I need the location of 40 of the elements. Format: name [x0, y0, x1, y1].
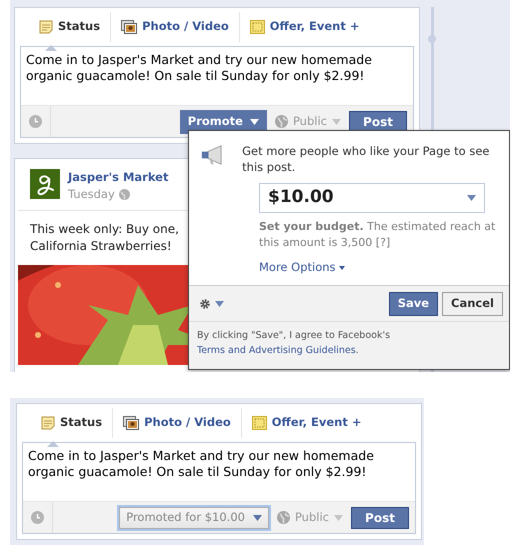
page-name-link[interactable]: Jasper's Market — [68, 169, 168, 186]
settings-dropdown[interactable] — [199, 298, 224, 310]
photo-icon — [123, 416, 140, 430]
note-icon — [39, 20, 53, 34]
note-icon — [41, 416, 55, 430]
caret-icon — [250, 119, 259, 125]
composer-tab[interactable]: Photo / Video — [110, 12, 239, 42]
caret-icon — [215, 300, 224, 306]
terms-link[interactable]: Terms and Advertising Guidelines — [197, 345, 356, 356]
globe-icon — [276, 511, 290, 524]
post-text: California Strawberries! — [30, 238, 172, 254]
composer-tab[interactable]: Photo / Video — [112, 408, 241, 438]
coupon-icon — [252, 416, 267, 430]
composer-tab[interactable]: Offer, Event + — [240, 408, 372, 438]
post-button[interactable]: Post — [349, 110, 407, 132]
globe-icon — [118, 189, 130, 200]
promote-message: Get more people who like your Page to see this post. — [242, 143, 490, 175]
coupon-icon — [250, 20, 265, 34]
timeline-dot — [428, 35, 436, 43]
status-field[interactable]: Come in to Jasper's Market and try our new homemade organic guacamole! On sale til Sunday for only $2.99! Promoted for $10.00 Public Post — [22, 442, 416, 534]
photo-icon — [121, 20, 138, 34]
more-options-link[interactable]: More Options — [259, 259, 345, 276]
budget-hint: Set your budget. The estimated reach at this amount is 3,500 [?] — [259, 219, 496, 251]
post-button[interactable]: Post — [351, 506, 409, 528]
post-text: This week only: Buy one, — [30, 220, 179, 238]
composer-tab[interactable]: Offer, Event + — [238, 12, 370, 42]
legal-text: By clicking "Save", I agree to Facebook's Terms and Advertising Guidelines. — [197, 329, 392, 358]
clock-icon[interactable] — [29, 115, 42, 128]
settings-icon — [199, 298, 211, 310]
logo-icon — [30, 169, 60, 199]
caret-icon — [332, 118, 341, 124]
caret-icon — [338, 266, 345, 270]
clock-icon[interactable] — [31, 511, 44, 524]
globe-icon — [274, 115, 288, 128]
caret-icon — [467, 195, 476, 201]
caret-icon — [334, 514, 343, 520]
cancel-button[interactable]: Cancel — [442, 292, 503, 316]
save-button[interactable]: Save — [388, 292, 438, 316]
budget-dropdown[interactable]: $10.00 — [259, 183, 485, 213]
caret-icon — [252, 514, 262, 520]
